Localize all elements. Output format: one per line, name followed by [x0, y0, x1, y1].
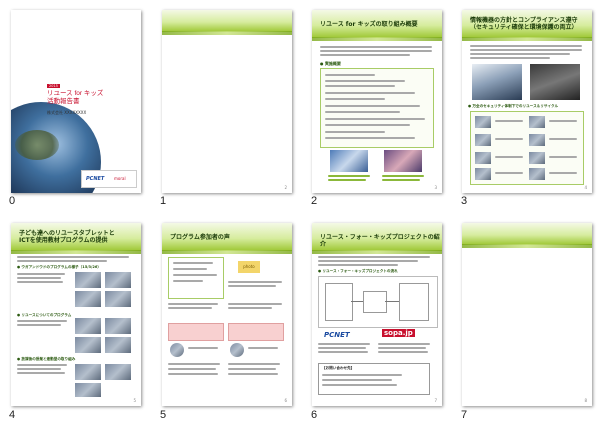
- cover-logo-moral: moral: [114, 176, 126, 181]
- cover-year-badge: 2015: [47, 84, 60, 88]
- cover-title-line1: リユース for キッズ: [47, 90, 104, 97]
- section-heading-2: ● リユースについてのプログラム: [17, 313, 72, 317]
- cover-logo-box: PCNET moral: [81, 170, 137, 188]
- cover-earth-land: [15, 130, 59, 160]
- flow-diagram: [318, 276, 438, 328]
- slide-index-4: 4: [9, 409, 16, 421]
- slide-title: プログラム参加者の声: [170, 234, 230, 241]
- process-grid: [470, 111, 584, 185]
- slide-title-line1: 子ども達へのリユースタブレットと: [19, 230, 115, 237]
- cover-logo-pcnet: PCNET: [86, 176, 105, 182]
- slide-title: リユース・フォー・キッズプロジェクトの紹介: [320, 234, 440, 248]
- slide-title-line1: 情報機器の方針とコンプライアンス遵守: [470, 17, 578, 24]
- section-heading: ● 万全のセキュリティ体制下でのリユース＆リサイクル: [468, 104, 559, 108]
- slide-thumbnail-2[interactable]: リユース for キッズの取り組み概要 ● 実施概要 3: [312, 10, 442, 193]
- slide-index-3: 3: [461, 195, 468, 207]
- slide-thumbnail-4[interactable]: 子ども達へのリユースタブレットと ICTを使用教材プログラムの提供 ● ウガアン…: [11, 223, 141, 406]
- photo-equipment: [530, 64, 580, 100]
- slide-index-2: 2: [311, 195, 318, 207]
- slide-page-number: 3: [434, 185, 437, 190]
- slide-index-6: 6: [311, 409, 318, 421]
- slide-page-number: 2: [284, 185, 287, 190]
- slide-thumbnail-1[interactable]: 2: [162, 10, 292, 193]
- slide-thumbnail-5[interactable]: プログラム参加者の声 photo 6: [162, 223, 292, 406]
- slide-title: 子ども達へのリユースタブレットと ICTを使用教材プログラムの提供: [19, 230, 115, 244]
- section-heading: ● リユース・フォー・キッズプロジェクトの流れ: [318, 269, 398, 273]
- slide-title-line2: （セキュリティ確保と環境保護の両立）: [470, 24, 578, 31]
- slide-index-5: 5: [160, 409, 167, 421]
- slide-title: 情報機器の方針とコンプライアンス遵守 （セキュリティ確保と環境保護の両立）: [470, 17, 578, 31]
- photo-children: [384, 150, 422, 172]
- slide-page-number: 5: [133, 398, 136, 403]
- logo-sopa: sopa.jp: [382, 329, 415, 337]
- slide-header-band: [162, 10, 292, 35]
- photo-badge: photo: [238, 261, 260, 273]
- contact-heading: 【お問い合わせ先】: [322, 366, 355, 370]
- slide-index-0: 0: [9, 195, 16, 207]
- slide-thumbnail-0[interactable]: 2015 リユース for キッズ 活動報告書 株式会社 XXXXXXXX PC…: [11, 10, 141, 193]
- slide-thumbnail-3[interactable]: 情報機器の方針とコンプライアンス遵守 （セキュリティ確保と環境保護の両立） ● …: [462, 10, 592, 193]
- slide-thumbnail-7[interactable]: 8: [462, 223, 592, 406]
- section-heading: ● 実施概要: [320, 61, 341, 66]
- slide-title: リユース for キッズの取り組み概要: [320, 21, 418, 28]
- slide-page-number: 6: [284, 398, 287, 403]
- slide-page-number: 4: [584, 185, 587, 190]
- slide-page-number: 8: [584, 398, 587, 403]
- slide-thumbnail-6[interactable]: リユース・フォー・キッズプロジェクトの紹介 ● リユース・フォー・キッズプロジェ…: [312, 223, 442, 406]
- photo-server-room: [472, 64, 522, 100]
- slide-page-number: 7: [434, 398, 437, 403]
- cover-title: リユース for キッズ 活動報告書: [47, 90, 103, 106]
- slide-index-7: 7: [461, 409, 468, 421]
- logo-pcnet: PCNET: [324, 331, 350, 339]
- slide-index-1: 1: [160, 195, 167, 207]
- cover-title-line2: 活動報告書: [47, 98, 80, 105]
- photo-tablets: [330, 150, 368, 172]
- contact-box: 【お問い合わせ先】: [318, 363, 430, 395]
- slide-title-line2: ICTを使用教材プログラムの提供: [19, 237, 108, 244]
- cover-author: 株式会社 XXXXXXXX: [47, 110, 87, 115]
- section-heading-3: ● 放課後の授業と連動型の取り組み: [17, 357, 76, 361]
- section-heading-1: ● ウガアンドウドのプログラムの様子（15/3/26）: [17, 265, 101, 269]
- overview-box: [320, 68, 434, 148]
- slide-header-band: [462, 223, 592, 248]
